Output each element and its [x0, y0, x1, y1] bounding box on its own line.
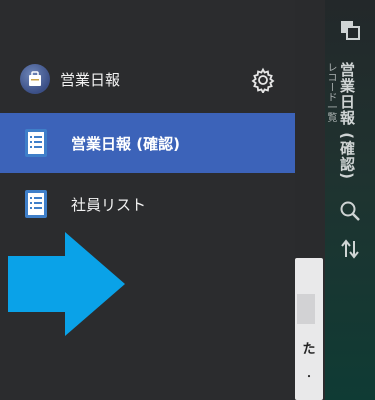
navigation-drawer: 営業日報 営業日報 (確認) 社員リスト — [0, 0, 295, 400]
drawer-header: 営業日報 — [0, 55, 295, 103]
background-toolbar: 営業日報 (確認) レコード一覧 — [325, 0, 375, 400]
list-document-icon — [24, 189, 48, 219]
background-content-area: た ・ — [295, 0, 325, 400]
list-document-icon — [24, 128, 48, 158]
gear-icon[interactable] — [250, 67, 276, 95]
search-icon[interactable] — [337, 198, 363, 224]
background-card-dot: ・ — [304, 372, 314, 383]
toolbar-title: 営業日報 (確認) レコード一覧 — [325, 62, 361, 182]
right-arrow-icon — [0, 228, 130, 338]
layers-icon[interactable] — [337, 18, 363, 44]
nav-item-sales-report-confirm[interactable]: 営業日報 (確認) — [0, 113, 295, 173]
nav-item-label: 営業日報 (確認) — [71, 135, 180, 153]
background-card-text: た — [302, 342, 316, 357]
toolbar-title-text: 営業日報 (確認) — [338, 62, 356, 180]
nav-item-employee-list[interactable]: 社員リスト — [0, 174, 295, 234]
sort-icon[interactable] — [337, 236, 363, 262]
nav-item-label: 社員リスト — [71, 196, 147, 214]
toolbar-subtitle-text: レコード一覧 — [325, 62, 336, 122]
briefcase-icon — [20, 64, 50, 94]
app-title: 営業日報 — [60, 71, 121, 89]
background-card-field — [297, 294, 315, 324]
